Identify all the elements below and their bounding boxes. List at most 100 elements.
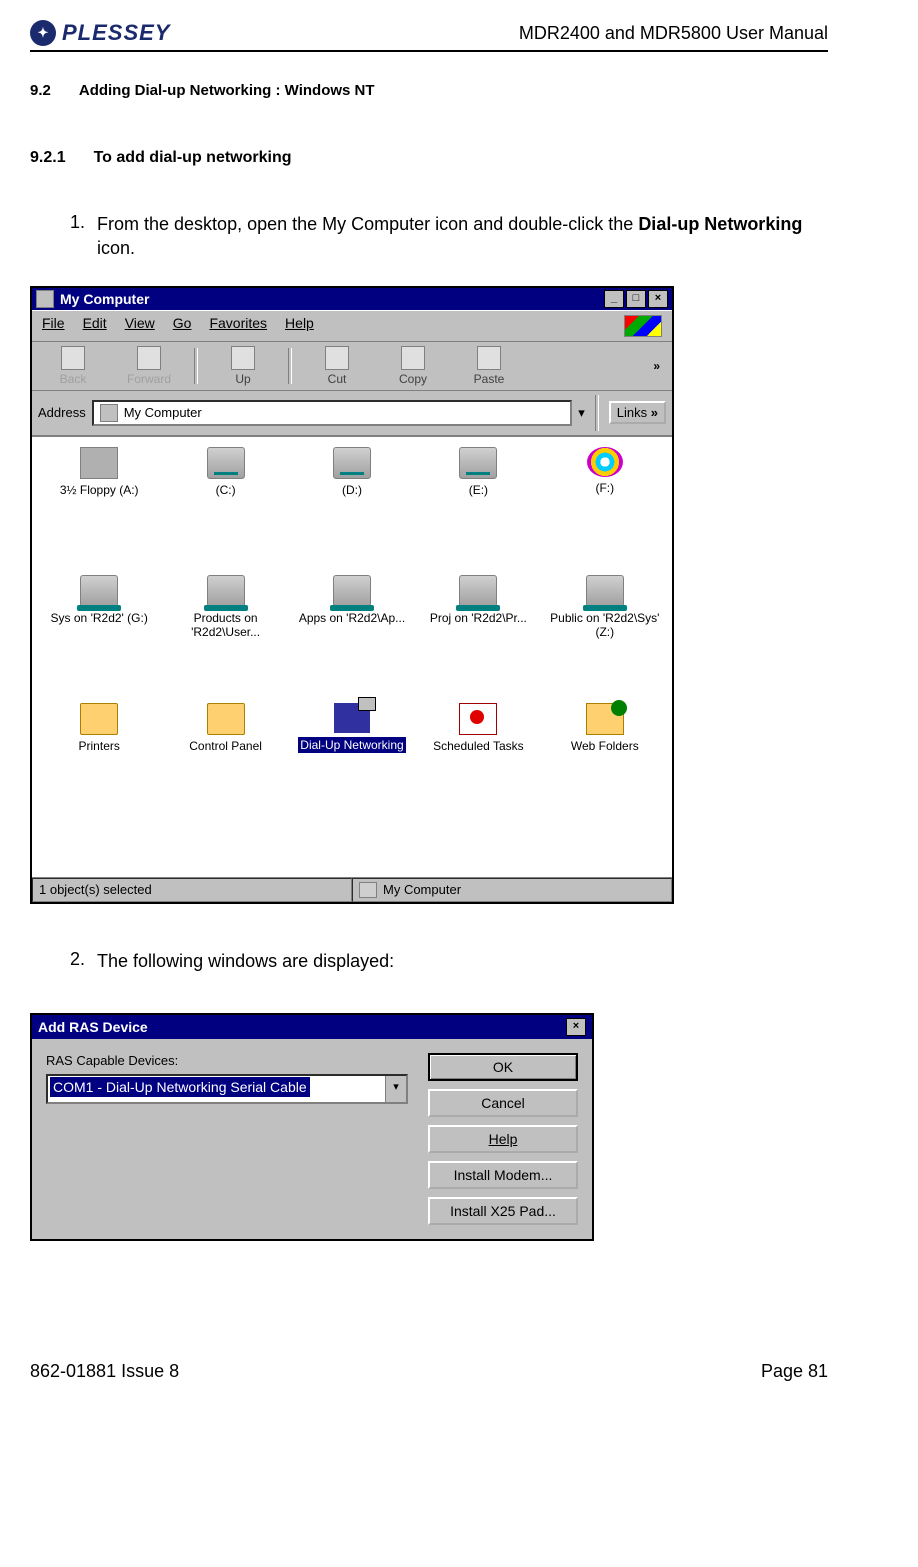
menu-view[interactable]: View — [125, 315, 155, 337]
combo-dropdown-button[interactable]: ▾ — [385, 1076, 406, 1102]
drive-d[interactable]: (D:) — [291, 447, 413, 547]
drive-c[interactable]: (C:) — [164, 447, 286, 547]
control-panel-folder[interactable]: Control Panel — [164, 703, 286, 803]
links-more: » — [651, 405, 658, 420]
cut-label: Cut — [328, 372, 347, 386]
address-label: Address — [38, 405, 86, 420]
drive-floppy-a[interactable]: 3½ Floppy (A:) — [38, 447, 160, 547]
item-label: (F:) — [595, 481, 614, 495]
toolbar-overflow-button[interactable]: » — [647, 359, 666, 373]
links-label: Links — [617, 405, 647, 420]
address-bar: Address My Computer ▾ Links » — [32, 391, 672, 436]
copy-icon — [401, 346, 425, 370]
titlebar[interactable]: My Computer _ □ × — [32, 288, 672, 310]
copy-label: Copy — [399, 372, 427, 386]
system-menu-icon[interactable] — [36, 290, 54, 308]
up-button[interactable]: Up — [208, 346, 278, 386]
dialog-left-pane: RAS Capable Devices: COM1 - Dial-Up Netw… — [46, 1053, 408, 1225]
dialog-titlebar[interactable]: Add RAS Device × — [32, 1015, 592, 1039]
install-x25-button[interactable]: Install X25 Pad... — [428, 1197, 578, 1225]
toolbar-separator — [288, 348, 292, 384]
netdrive-public[interactable]: Public on 'R2d2\Sys' (Z:) — [544, 575, 666, 675]
printers-folder[interactable]: Printers — [38, 703, 160, 803]
help-label: Help — [489, 1131, 518, 1147]
links-button[interactable]: Links » — [609, 401, 666, 424]
my-computer-window: My Computer _ □ × File Edit View Go Favo… — [30, 286, 674, 904]
menu-help[interactable]: Help — [285, 315, 314, 337]
menu-favorites[interactable]: Favorites — [209, 315, 267, 337]
ok-button[interactable]: OK — [428, 1053, 578, 1081]
dialog-body: RAS Capable Devices: COM1 - Dial-Up Netw… — [32, 1039, 592, 1239]
item-label: Products on 'R2d2\User... — [164, 611, 286, 639]
doc-title: MDR2400 and MDR5800 User Manual — [519, 23, 828, 44]
subsection-number: 9.2.1 — [30, 149, 66, 167]
logo-badge-icon: ✦ — [30, 20, 56, 46]
maximize-button[interactable]: □ — [626, 290, 646, 308]
step-text: From the desktop, open the My Computer i… — [97, 212, 828, 261]
item-label: Proj on 'R2d2\Pr... — [430, 611, 527, 625]
netdrive-apps[interactable]: Apps on 'R2d2\Ap... — [291, 575, 413, 675]
minimize-button[interactable]: _ — [604, 290, 624, 308]
menu-edit[interactable]: Edit — [83, 315, 107, 337]
page-footer: 862-01881 Issue 8 Page 81 — [30, 1361, 828, 1382]
ras-device-combo[interactable]: COM1 - Dial-Up Networking Serial Cable ▾ — [46, 1074, 408, 1104]
dial-up-networking-folder[interactable]: Dial-Up Networking — [291, 703, 413, 803]
status-left-text: 1 object(s) selected — [39, 882, 152, 897]
item-label: (E:) — [469, 483, 488, 497]
item-label: Control Panel — [189, 739, 262, 753]
paste-button[interactable]: Paste — [454, 346, 524, 386]
up-label: Up — [235, 372, 250, 386]
network-drive-icon — [586, 575, 624, 607]
folder-view[interactable]: 3½ Floppy (A:) (C:) (D:) (E:) (F:) Sys o… — [32, 436, 672, 878]
network-drive-icon — [459, 575, 497, 607]
cut-button[interactable]: Cut — [302, 346, 372, 386]
window-title: My Computer — [60, 291, 149, 307]
section-title: Adding Dial-up Networking : Windows NT — [79, 82, 375, 99]
web-folders[interactable]: Web Folders — [544, 703, 666, 803]
install-modem-button[interactable]: Install Modem... — [428, 1161, 578, 1189]
item-label: Scheduled Tasks — [433, 739, 524, 753]
web-folder-icon — [586, 703, 624, 735]
cdrom-icon — [587, 447, 623, 477]
address-dropdown-button[interactable]: ▾ — [578, 405, 585, 421]
scheduled-tasks-folder[interactable]: Scheduled Tasks — [417, 703, 539, 803]
drive-e[interactable]: (E:) — [417, 447, 539, 547]
subsection-heading: 9.2.1 To add dial-up networking — [30, 149, 828, 167]
floppy-drive-icon — [80, 447, 118, 479]
netdrive-g[interactable]: Sys on 'R2d2' (G:) — [38, 575, 160, 675]
cut-icon — [325, 346, 349, 370]
close-button[interactable]: × — [648, 290, 668, 308]
item-label: Public on 'R2d2\Sys' (Z:) — [544, 611, 666, 639]
status-right: My Computer — [352, 878, 672, 902]
cancel-button[interactable]: Cancel — [428, 1089, 578, 1117]
netdrive-products[interactable]: Products on 'R2d2\User... — [164, 575, 286, 675]
netdrive-proj[interactable]: Proj on 'R2d2\Pr... — [417, 575, 539, 675]
menu-file[interactable]: File — [42, 315, 65, 337]
network-drive-icon — [80, 575, 118, 607]
footer-left: 862-01881 Issue 8 — [30, 1361, 179, 1382]
toolbar: Back Forward Up Cut Copy Paste » — [32, 342, 672, 391]
dial-up-networking-icon — [334, 703, 370, 733]
dialog-close-button[interactable]: × — [566, 1018, 586, 1036]
item-label: (D:) — [342, 483, 362, 497]
step-text-a: From the desktop, open the My Computer i… — [97, 214, 638, 234]
menu-go[interactable]: Go — [173, 315, 192, 337]
printers-folder-icon — [80, 703, 118, 735]
network-drive-icon — [333, 575, 371, 607]
scheduled-tasks-icon — [459, 703, 497, 735]
step-text-bold: Dial-up Networking — [638, 214, 802, 234]
status-left: 1 object(s) selected — [32, 878, 352, 902]
combo-text: COM1 - Dial-Up Networking Serial Cable — [48, 1076, 385, 1102]
step-text: The following windows are displayed: — [97, 949, 828, 973]
dialog-button-column: OK Cancel Help Install Modem... Install … — [428, 1053, 578, 1225]
item-label: Apps on 'R2d2\Ap... — [299, 611, 405, 625]
hard-drive-icon — [333, 447, 371, 479]
help-button[interactable]: Help — [428, 1125, 578, 1153]
address-field[interactable]: My Computer — [92, 400, 573, 426]
copy-button[interactable]: Copy — [378, 346, 448, 386]
drive-f[interactable]: (F:) — [544, 447, 666, 547]
dialog-title: Add RAS Device — [38, 1019, 148, 1035]
my-computer-icon — [359, 882, 377, 898]
paste-label: Paste — [474, 372, 505, 386]
back-button: Back — [38, 346, 108, 386]
